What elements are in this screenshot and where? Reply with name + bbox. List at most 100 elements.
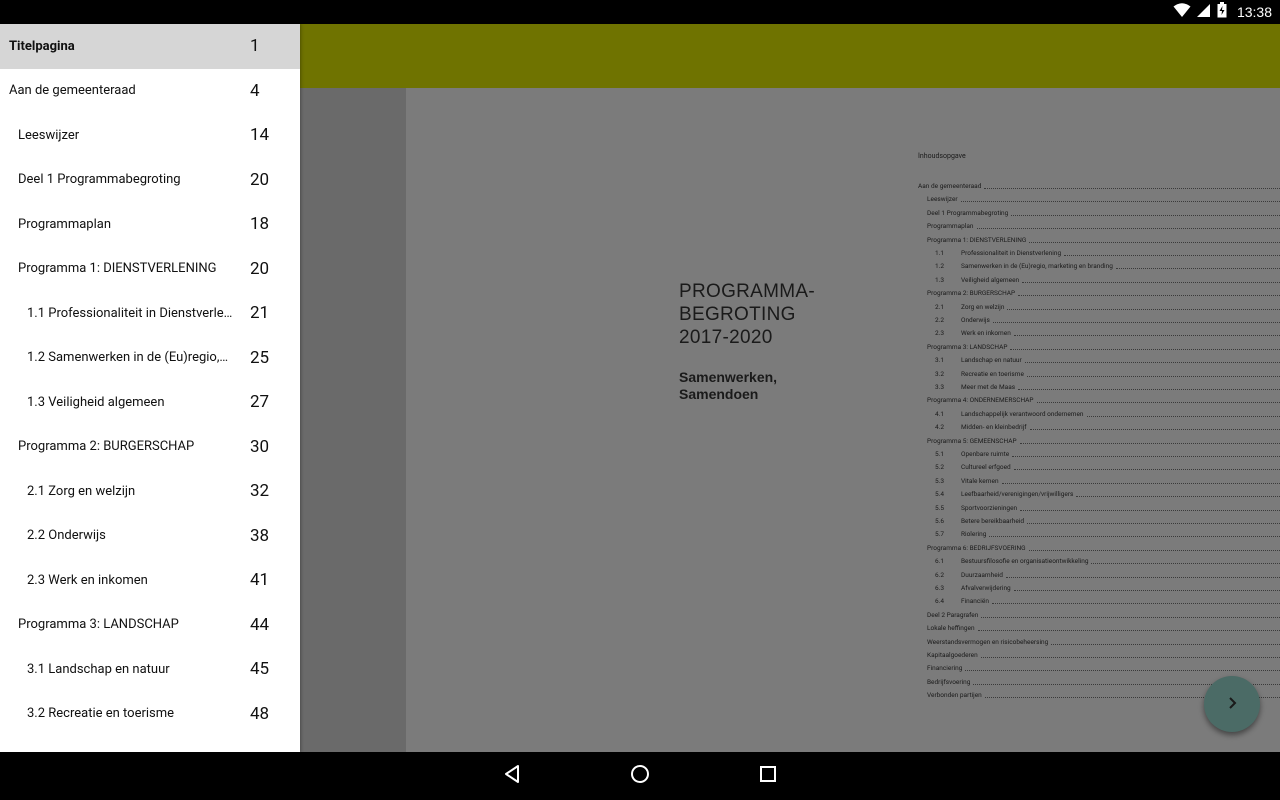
toc-line-text: Betere bereikbaarheid [961, 517, 1025, 525]
toc-leader [1091, 563, 1280, 565]
outline-item[interactable]: Programmaplan 18 [0, 202, 300, 247]
toc-line: 2.3 Werk en inkomen [873, 329, 1280, 338]
toc-line: 1.1 Professionaliteit in Dienstverlening [873, 249, 1280, 258]
outline-item-page: 41 [250, 570, 270, 591]
toc-leader [1030, 429, 1280, 431]
page-table-of-contents[interactable]: Inhoudsopgave Aan de gemeenteraad Leeswij… [873, 88, 1280, 752]
toc-line: 1.2 Samenwerken in de (Eu)regio, marketin… [873, 262, 1280, 271]
toc-leader [1007, 308, 1280, 310]
outline-item[interactable]: Programma 2: BURGERSCHAP 30 [0, 425, 300, 470]
toc-leader [1027, 375, 1280, 377]
outline-item-page: 14 [250, 125, 270, 146]
toc-leader [992, 603, 1280, 605]
outline-item[interactable]: 3.2 Recreatie en toerisme 48 [0, 692, 300, 737]
outline-item[interactable]: 1.3 Veiligheid algemeen 27 [0, 380, 300, 425]
toc-leader [1027, 523, 1280, 524]
status-bar: 13:38 [0, 0, 1280, 24]
outline-item[interactable]: Programma 3: LANDSCHAP 44 [0, 603, 300, 648]
toc-line: Aan de gemeenteraad [873, 182, 1280, 191]
toc-line: Lokale heffingen [873, 624, 1280, 633]
recents-button[interactable] [756, 764, 780, 788]
toc-line: 6.1 Bestuursfilosofie en organisatieontwi… [873, 557, 1280, 566]
outline-item-page: 25 [250, 347, 270, 368]
toc-leader [1010, 348, 1280, 350]
toc-leader [1012, 456, 1280, 457]
toc-line: 5.1 Openbare ruimte [873, 450, 1280, 459]
next-page-button[interactable] [1204, 676, 1260, 732]
toc-line-number: 1.2 [935, 262, 945, 271]
cover-subtitle: Samenwerken, Samendoen [679, 369, 778, 402]
status-icons: 13:38 [1173, 0, 1272, 24]
toc-line-text: Deel 2 Paragrafen [927, 610, 979, 619]
toc-leader [1014, 590, 1280, 591]
toc-line-text: Bedrijfsvoering [927, 677, 971, 686]
toc-line-text: Meer met de Maas [961, 383, 1016, 391]
outline-item[interactable]: 2.3 Werk en inkomen 41 [0, 558, 300, 603]
outline-item[interactable]: 2.2 Onderwijs 38 [0, 514, 300, 559]
toc-line-number: 4.2 [935, 423, 945, 432]
outline-item-label: Titelpagina [9, 38, 75, 54]
toc-line-text: Verbonden partijen [927, 691, 982, 700]
toc-line-text: Programmaplan [927, 222, 974, 231]
toc-leader [1029, 241, 1280, 243]
toc-line-number: 2.3 [935, 329, 945, 338]
toc-line-number: 4.1 [935, 409, 945, 418]
outline-item-label: 1.1 Professionaliteit in Dienstverle… [27, 305, 233, 321]
toc-line-text: Programma 6: BEDRIJFSVOERING [927, 543, 1026, 552]
toc-line: Deel 1 Programmabegroting [873, 209, 1280, 218]
home-icon [630, 764, 650, 788]
toc-line: Deel 2 Paragrafen [873, 611, 1280, 620]
outline-item-page: 45 [250, 659, 270, 680]
outline-item[interactable]: Leeswijzer 14 [0, 113, 300, 158]
toc-leader [977, 228, 1280, 230]
back-button[interactable] [500, 764, 524, 788]
toc-leader [1011, 214, 1280, 216]
recents-icon [759, 765, 777, 787]
toc-line-text: Aan de gemeenteraad [918, 182, 982, 190]
toc-line-number: 5.1 [935, 450, 945, 458]
outline-item-label: Programma 3: LANDSCHAP [18, 617, 179, 633]
navigation-bar [0, 752, 1280, 800]
toc-line: 5.7 Riolering [873, 530, 1280, 539]
toc-line-text: Landschappelijk verantwoord ondernemen [961, 409, 1084, 418]
chevron-right-icon [1225, 695, 1239, 714]
outline-item[interactable]: 2.1 Zorg en welzijn 32 [0, 469, 300, 514]
toc-line-number: 5.4 [935, 490, 945, 499]
toc-line: 4.1 Landschappelijk verantwoord onderneme… [873, 410, 1280, 419]
toc-leader [989, 536, 1280, 538]
toc-line-number: 2.2 [935, 316, 945, 324]
outline-item[interactable]: Deel 1 Programmabegroting 20 [0, 158, 300, 203]
toc-line: Programma 6: BEDRIJFSVOERING [873, 544, 1280, 553]
toc-line-text: Leefbaarheid/verenigingen/vrijwilligers [961, 490, 1074, 499]
home-button[interactable] [628, 764, 652, 788]
toc-line: 2.1 Zorg en welzijn [873, 303, 1280, 312]
toc-line-text: Landschap en natuur [961, 356, 1022, 365]
back-icon [503, 764, 521, 788]
toc-line: 5.3 Vitale kernen [873, 477, 1280, 486]
toc-line-text: Openbare ruimte [961, 450, 1010, 458]
outline-item-label: 3.2 Recreatie en toerisme [27, 706, 175, 722]
toc-line-text: Financiering [927, 664, 963, 673]
toc-line-text: Riolering [961, 530, 987, 539]
toc-leader [1064, 255, 1280, 256]
outline-item[interactable]: Programma 1: DIENSTVERLENING 20 [0, 247, 300, 292]
outline-item[interactable]: 1.2 Samenwerken in de (Eu)regio,… 25 [0, 336, 300, 381]
outline-item-label: Leeswijzer [18, 127, 80, 143]
toc-line: 5.6 Betere bereikbaarheid [873, 517, 1280, 526]
page-cover[interactable]: PROGRAMMA- BEGROTING 2017-2020 Samenwerk… [406, 88, 873, 752]
toc-line-text: Werk en inkomen [961, 329, 1011, 338]
toc-line: 5.4 Leefbaarheid/verenigingen/vrijwillige… [873, 490, 1280, 499]
toc-line-text: Weerstandsvermogen en risicobeheersing [927, 637, 1049, 646]
toc-line: 6.2 Duurzaamheid [873, 571, 1280, 580]
toc-line-text: Veiligheid algemeen [961, 275, 1020, 284]
outline-item[interactable]: Titelpagina 1 [0, 24, 300, 69]
outline-item[interactable]: 3.1 Landschap en natuur 45 [0, 647, 300, 692]
outline-item-page: 18 [250, 214, 270, 235]
outline-item[interactable]: 1.1 Professionaliteit in Dienstverle… 21 [0, 291, 300, 336]
toc-leader [1087, 415, 1280, 417]
outline-item-label: Deel 1 Programmabegroting [18, 172, 181, 188]
outline-item[interactable]: Aan de gemeenteraad 4 [0, 69, 300, 114]
toc-line-text: Professionaliteit in Dienstverlening [961, 249, 1062, 257]
toc-line-text: Programma 2: BURGERSCHAP [927, 289, 1016, 298]
toc-line: Programma 4: ONDERNEMERSCHAP [873, 396, 1280, 405]
